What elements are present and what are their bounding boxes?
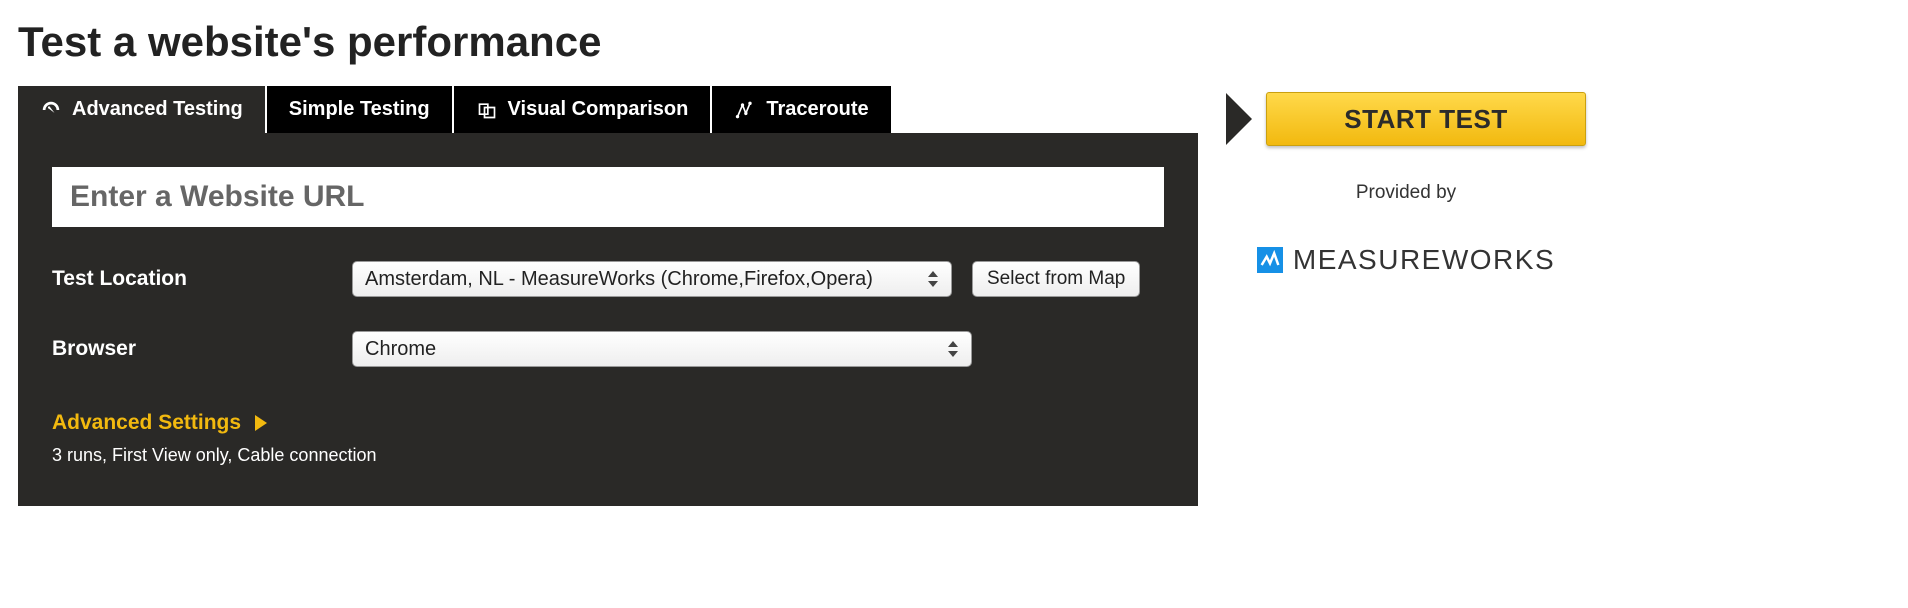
advanced-settings-toggle[interactable]: Advanced Settings bbox=[52, 411, 267, 435]
tab-label: Advanced Testing bbox=[72, 98, 243, 121]
tab-label: Simple Testing bbox=[289, 98, 430, 121]
location-select[interactable]: Amsterdam, NL - MeasureWorks (Chrome,Fir… bbox=[352, 261, 952, 297]
location-label: Test Location bbox=[52, 267, 332, 291]
select-from-map-button[interactable]: Select from Map bbox=[972, 261, 1140, 297]
url-input[interactable] bbox=[52, 167, 1164, 227]
gauge-icon bbox=[40, 99, 62, 121]
pointer-icon bbox=[1226, 93, 1252, 145]
tab-bar: Advanced Testing Simple Testing Visual C… bbox=[18, 86, 1198, 133]
browser-label: Browser bbox=[52, 337, 332, 361]
provided-by-label: Provided by bbox=[1226, 182, 1586, 204]
provider-mark-icon bbox=[1257, 247, 1283, 273]
tab-advanced-testing[interactable]: Advanced Testing bbox=[18, 86, 267, 133]
provider-logo: MEASUREWORKS bbox=[1226, 244, 1586, 276]
browser-select[interactable]: Chrome bbox=[352, 331, 972, 367]
start-test-button[interactable]: START TEST bbox=[1266, 92, 1586, 146]
page-title: Test a website's performance bbox=[18, 18, 1890, 66]
advanced-settings-summary: 3 runs, First View only, Cable connectio… bbox=[52, 445, 1164, 466]
compare-icon bbox=[476, 99, 498, 121]
tab-label: Traceroute bbox=[766, 98, 868, 121]
traceroute-icon bbox=[734, 99, 756, 121]
chevron-right-icon bbox=[255, 415, 267, 431]
tab-simple-testing[interactable]: Simple Testing bbox=[267, 86, 454, 133]
advanced-settings-label: Advanced Settings bbox=[52, 411, 241, 435]
provider-name: MEASUREWORKS bbox=[1293, 244, 1555, 276]
tab-visual-comparison[interactable]: Visual Comparison bbox=[454, 86, 713, 133]
tab-traceroute[interactable]: Traceroute bbox=[712, 86, 892, 133]
tab-label: Visual Comparison bbox=[508, 98, 689, 121]
test-panel: Test Location Amsterdam, NL - MeasureWor… bbox=[18, 133, 1198, 506]
